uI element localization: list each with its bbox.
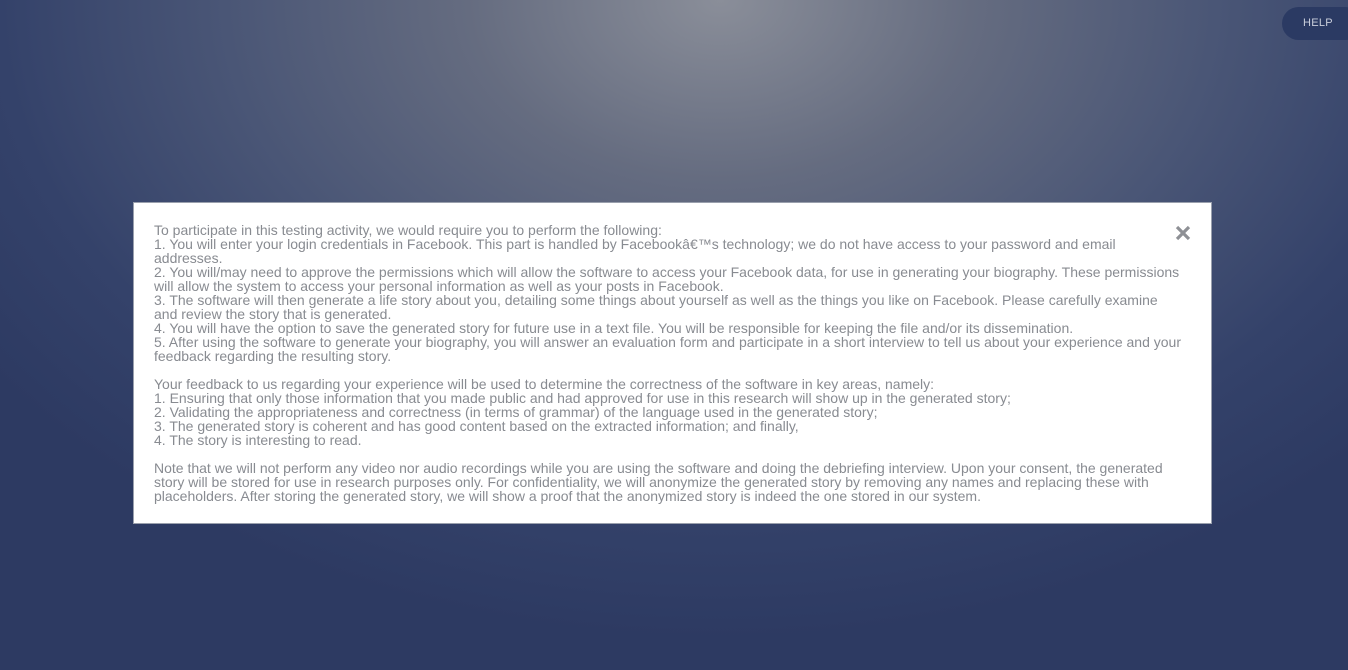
- feedback-item-4: 4. The story is interesting to read.: [154, 432, 362, 448]
- close-icon: [1175, 225, 1191, 241]
- instruction-item-3: 3. The software will then generate a lif…: [154, 292, 1158, 322]
- privacy-paragraph: Note that we will not perform any video …: [154, 461, 1181, 503]
- instruction-item-5: 5. After using the software to generate …: [154, 334, 1181, 364]
- instructions-paragraph: To participate in this testing activity,…: [154, 223, 1181, 363]
- instruction-item-1: 1. You will enter your login credentials…: [154, 236, 1116, 266]
- feedback-item-3: 3. The generated story is coherent and h…: [154, 418, 799, 434]
- info-modal: To participate in this testing activity,…: [133, 202, 1212, 524]
- help-button[interactable]: HELP: [1282, 7, 1348, 40]
- privacy-note: Note that we will not perform any video …: [154, 460, 1163, 504]
- feedback-intro: Your feedback to us regarding your exper…: [154, 376, 935, 392]
- feedback-item-1: 1. Ensuring that only those information …: [154, 390, 1011, 406]
- modal-body: To participate in this testing activity,…: [154, 223, 1181, 503]
- close-button[interactable]: [1174, 224, 1192, 242]
- instruction-item-4: 4. You will have the option to save the …: [154, 320, 1074, 336]
- instructions-intro: To participate in this testing activity,…: [154, 222, 662, 238]
- feedback-item-2: 2. Validating the appropriateness and co…: [154, 404, 878, 420]
- feedback-paragraph: Your feedback to us regarding your exper…: [154, 377, 1181, 447]
- instruction-item-2: 2. You will/may need to approve the perm…: [154, 264, 1180, 294]
